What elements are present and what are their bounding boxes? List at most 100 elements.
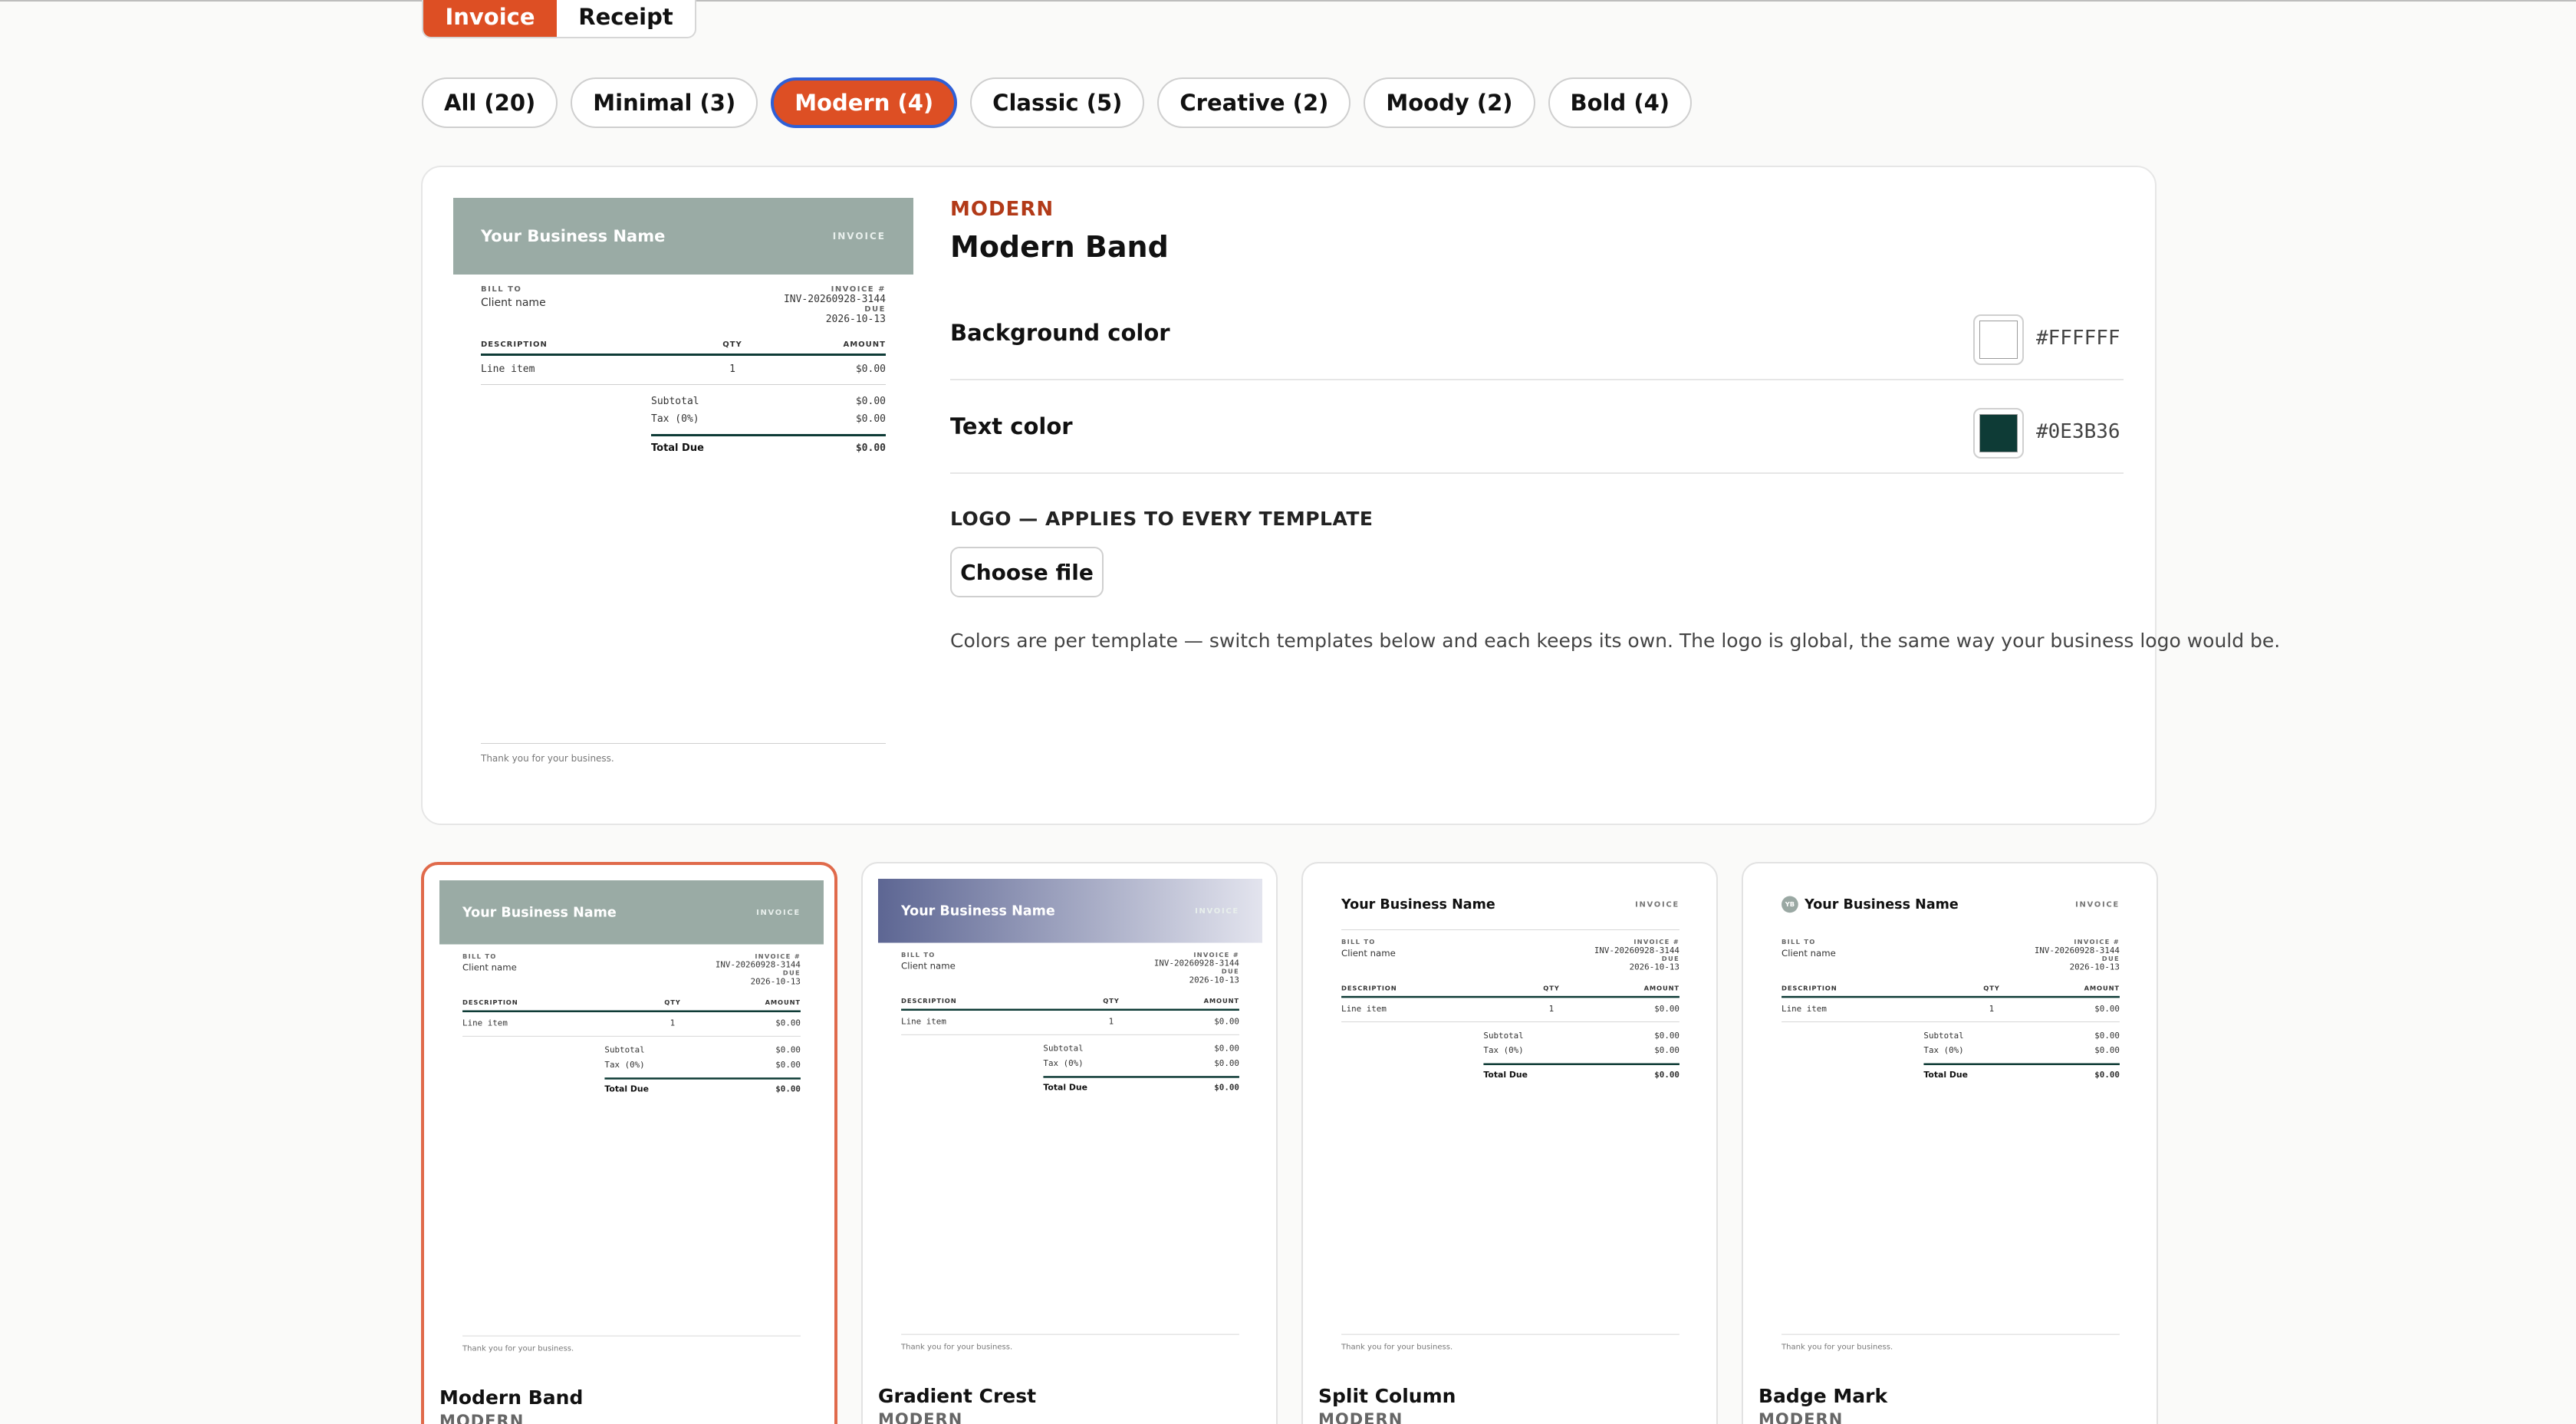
- bill-to-label: BILL TO: [1341, 939, 1376, 946]
- template-editor-card: Your Business Name INVOICE BILL TO Clien…: [421, 166, 2281, 825]
- background-color-swatch[interactable]: [1973, 314, 2024, 365]
- invoice-number-label: INVOICE #: [2074, 939, 2120, 946]
- business-name: Your Business Name: [462, 904, 617, 920]
- table-row: Line item 1 $0.00: [901, 1011, 1239, 1035]
- invoice-tag: INVOICE: [756, 907, 801, 917]
- bill-to-label: BILL TO: [481, 285, 522, 294]
- choose-file-button[interactable]: Choose file: [950, 547, 1104, 597]
- filter-classic[interactable]: Classic (5): [970, 77, 1145, 128]
- invoice-tag: INVOICE: [1635, 899, 1679, 909]
- due-date: 2026-10-13: [825, 314, 886, 325]
- invoice-number: INV-20260928-3144: [1153, 959, 1239, 969]
- logo-label: LOGO — APPLIES TO EVERY TEMPLATE: [950, 508, 1374, 530]
- background-color-label: Background color: [950, 320, 1170, 346]
- filter-moody[interactable]: Moody (2): [1364, 77, 1535, 128]
- text-color-swatch[interactable]: [1973, 408, 2024, 459]
- items-table-header: DESCRIPTION QTY AMOUNT: [1341, 985, 1679, 998]
- logo-badge-icon: YB: [1781, 896, 1798, 913]
- invoice-preview: Your Business Name INVOICE BILL TO Clien…: [439, 880, 824, 1373]
- template-card-name: Modern Band: [439, 1386, 584, 1409]
- invoice-number: INV-20260928-3144: [2034, 945, 2120, 956]
- invoice-preview: YB Your Business Name INVOICE BILL TO Cli…: [1758, 879, 2143, 1372]
- invoice-number: INV-20260928-3144: [783, 294, 886, 305]
- invoice-number: INV-20260928-3144: [715, 960, 801, 970]
- template-title: Modern Band: [950, 230, 1169, 264]
- template-gallery: Your Business Name INVOICE BILL TO Clien…: [421, 862, 2158, 1424]
- bill-to-label: BILL TO: [1781, 939, 1816, 946]
- business-name: Your Business Name: [901, 903, 1055, 919]
- table-row: Line item 1 $0.00: [1781, 998, 2120, 1023]
- template-card-modern-band[interactable]: Your Business Name INVOICE BILL TO Clien…: [421, 862, 837, 1424]
- filter-all[interactable]: All (20): [422, 77, 558, 128]
- invoice-number-label: INVOICE #: [755, 953, 801, 961]
- due-date: 2026-10-13: [1189, 975, 1239, 985]
- invoice-header-band: Your Business Name INVOICE: [1341, 879, 1679, 930]
- invoice-header-band: Your Business Name INVOICE: [453, 198, 913, 275]
- invoice-totals: Subtotal $0.00 Tax (0%) $0.00 Total Due $0.…: [1043, 1041, 1239, 1095]
- receipt-tab[interactable]: Receipt: [557, 0, 695, 37]
- due-date: 2026-10-13: [750, 977, 801, 987]
- filter-creative[interactable]: Creative (2): [1157, 77, 1351, 128]
- background-color-row: Background color #FFFFFF: [950, 287, 2124, 380]
- due-label: DUE: [1661, 955, 1679, 963]
- business-name: YB Your Business Name: [1781, 896, 1959, 913]
- table-row: Line item 1 $0.00: [1341, 998, 1679, 1023]
- template-category: MODERN: [950, 198, 1054, 221]
- template-card-badge-mark[interactable]: YB Your Business Name INVOICE BILL TO Cli…: [1742, 862, 2158, 1424]
- invoice-preview: Your Business Name INVOICE BILL TO Clien…: [453, 198, 913, 788]
- template-card-split-column[interactable]: Your Business Name INVOICE BILL TO Clien…: [1301, 862, 1718, 1424]
- due-label: DUE: [2101, 955, 2120, 963]
- table-row: Line item 1 $0.00: [462, 1012, 801, 1037]
- template-card-name: Badge Mark: [1758, 1385, 1888, 1407]
- top-border: [0, 0, 2576, 2]
- template-settings: MODERN Modern Band Background color #FFF…: [950, 198, 2281, 652]
- invoice-footer: Thank you for your business.: [481, 743, 886, 764]
- due-label: DUE: [782, 969, 801, 978]
- invoice-totals: Subtotal $0.00 Tax (0%) $0.00 Total Due $0.…: [1483, 1028, 1679, 1082]
- large-invoice-preview: Your Business Name INVOICE BILL TO Clien…: [453, 198, 913, 788]
- invoice-tag: INVOICE: [832, 231, 886, 242]
- document-type-switch: Invoice Receipt: [422, 0, 696, 38]
- template-card-category: MODERN: [1318, 1410, 1403, 1424]
- invoice-tab[interactable]: Invoice: [423, 0, 557, 37]
- invoice-number-label: INVOICE #: [1193, 952, 1239, 959]
- client-name: Client name: [481, 297, 546, 309]
- template-card-name: Gradient Crest: [878, 1385, 1037, 1407]
- due-date: 2026-10-13: [1629, 962, 1679, 972]
- invoice-number-label: INVOICE #: [1633, 939, 1679, 946]
- invoice-header-band: YB Your Business Name INVOICE: [1781, 879, 2120, 930]
- items-table-header: DESCRIPTION QTY AMOUNT: [1781, 985, 2120, 998]
- text-color-row: Text color #0E3B36: [950, 380, 2124, 474]
- background-color-hex: #FFFFFF: [2036, 327, 2120, 350]
- business-name: Your Business Name: [481, 227, 666, 245]
- invoice-preview: Your Business Name INVOICE BILL TO Clien…: [1318, 879, 1703, 1372]
- invoice-number: INV-20260928-3144: [1594, 945, 1679, 956]
- template-card-category: MODERN: [878, 1410, 963, 1424]
- template-card-gradient-crest[interactable]: Your Business Name INVOICE BILL TO Clien…: [861, 862, 1278, 1424]
- filter-minimal[interactable]: Minimal (3): [571, 77, 758, 128]
- invoice-footer: Thank you for your business.: [901, 1334, 1239, 1351]
- client-name: Client name: [901, 961, 956, 972]
- filter-modern[interactable]: Modern (4): [771, 77, 958, 128]
- table-row: Line item 1 $0.00: [481, 356, 886, 385]
- invoice-preview: Your Business Name INVOICE BILL TO Clien…: [878, 879, 1262, 1372]
- invoice-tag: INVOICE: [1195, 906, 1239, 916]
- invoice-totals: Subtotal $0.00 Tax (0%) $0.00 Total Due $0.…: [604, 1043, 801, 1097]
- invoice-tag: INVOICE: [2075, 899, 2120, 909]
- invoice-header-band: Your Business Name INVOICE: [878, 879, 1262, 943]
- client-name: Client name: [462, 962, 517, 974]
- template-note: Colors are per template — switch templat…: [950, 630, 2281, 652]
- filter-bold[interactable]: Bold (4): [1548, 77, 1693, 128]
- bill-to-label: BILL TO: [901, 952, 936, 959]
- items-table-header: DESCRIPTION QTY AMOUNT: [901, 998, 1239, 1011]
- invoice-totals: Subtotal $0.00 Tax (0%) $0.00 Total Due $0.…: [1923, 1028, 2120, 1082]
- invoice-number-label: INVOICE #: [831, 285, 886, 294]
- bill-to-label: BILL TO: [462, 953, 497, 961]
- text-color-hex: #0E3B36: [2036, 420, 2120, 443]
- items-table-header: DESCRIPTION QTY AMOUNT: [481, 340, 886, 356]
- template-card-category: MODERN: [1758, 1410, 1844, 1424]
- due-label: DUE: [1221, 968, 1239, 976]
- invoice-totals: Subtotal $0.00 Tax (0%) $0.00 Total Due $0.…: [651, 393, 886, 457]
- template-card-category: MODERN: [439, 1412, 525, 1424]
- text-color-label: Text color: [950, 413, 1073, 439]
